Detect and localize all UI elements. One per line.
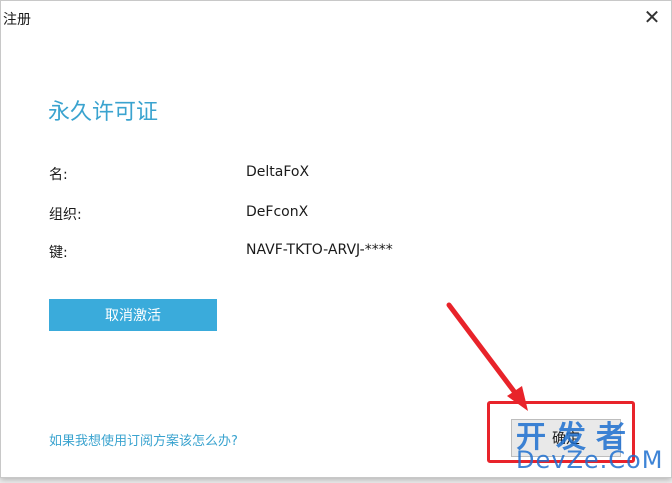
annotation-highlight-box bbox=[487, 401, 635, 463]
